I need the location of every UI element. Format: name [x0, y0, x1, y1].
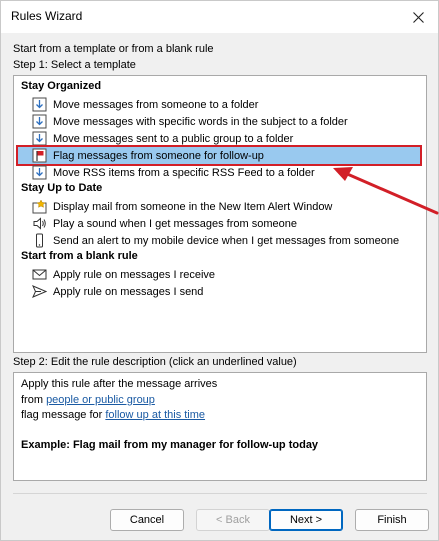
rule-description-box: Apply this rule after the message arrive…: [13, 372, 427, 481]
template-label: Flag messages from someone for follow-up: [53, 149, 264, 162]
template-label: Play a sound when I get messages from so…: [53, 217, 297, 230]
intro-text: Start from a template or from a blank ru…: [13, 43, 214, 55]
step2-label: Step 2: Edit the rule description (click…: [13, 356, 297, 368]
template-label: Send an alert to my mobile device when I…: [53, 234, 400, 247]
description-line: Apply this rule after the message arrive…: [21, 378, 218, 390]
group-stay-up-to-date: Stay Up to Date: [21, 182, 103, 194]
group-start-from-blank: Start from a blank rule: [21, 250, 138, 262]
mobile-icon: [30, 233, 48, 248]
flag-icon: [30, 148, 48, 163]
finish-button[interactable]: Finish: [355, 509, 429, 531]
template-label: Move messages with specific words in the…: [53, 115, 348, 128]
divider: [13, 493, 427, 494]
template-item[interactable]: Move messages with specific words in the…: [30, 113, 348, 130]
step1-label: Step 1: Select a template: [13, 59, 136, 71]
group-stay-organized: Stay Organized: [21, 80, 102, 92]
envelope-icon: [30, 267, 48, 282]
template-item[interactable]: Move messages from someone to a folder: [30, 96, 258, 113]
folder-move-icon: [30, 165, 48, 180]
template-item[interactable]: Send an alert to my mobile device when I…: [30, 232, 399, 249]
back-button[interactable]: < Back: [196, 509, 270, 531]
follow-up-time-link[interactable]: follow up at this time: [105, 409, 205, 421]
close-icon: [412, 11, 424, 23]
template-label: Apply rule on messages I send: [53, 285, 204, 298]
template-label: Move messages sent to a public group to …: [53, 132, 294, 145]
close-button[interactable]: [404, 3, 432, 31]
cancel-button[interactable]: Cancel: [110, 509, 184, 531]
people-or-group-link[interactable]: people or public group: [46, 394, 155, 406]
template-label: Display mail from someone in the New Ite…: [53, 200, 333, 213]
template-label: Move messages from someone to a folder: [53, 98, 259, 111]
template-item[interactable]: Move RSS items from a specific RSS Feed …: [30, 164, 315, 181]
template-label: Move RSS items from a specific RSS Feed …: [53, 166, 315, 179]
template-item[interactable]: Apply rule on messages I receive: [30, 266, 215, 283]
template-item[interactable]: Apply rule on messages I send: [30, 283, 203, 300]
template-item[interactable]: Display mail from someone in the New Ite…: [30, 198, 332, 215]
template-item[interactable]: Play a sound when I get messages from so…: [30, 215, 297, 232]
template-label: Apply rule on messages I receive: [53, 268, 216, 281]
description-example: Example: Flag mail from my manager for f…: [21, 439, 319, 451]
description-from-text: from: [21, 394, 47, 406]
title-bar: Rules Wizard: [1, 1, 438, 33]
rules-wizard-window: Rules Wizard Start from a template or fr…: [0, 0, 439, 541]
folder-move-icon: [30, 131, 48, 146]
folder-move-icon: [30, 97, 48, 112]
template-item[interactable]: Move messages sent to a public group to …: [30, 130, 293, 147]
description-flag-text: flag message for: [21, 409, 106, 421]
alert-window-icon: [30, 199, 48, 214]
window-title: Rules Wizard: [11, 9, 83, 23]
folder-move-icon: [30, 114, 48, 129]
send-icon: [30, 284, 48, 299]
next-button[interactable]: Next >: [269, 509, 343, 531]
red-arrow-annotation: [333, 167, 439, 215]
speaker-icon: [30, 216, 48, 231]
